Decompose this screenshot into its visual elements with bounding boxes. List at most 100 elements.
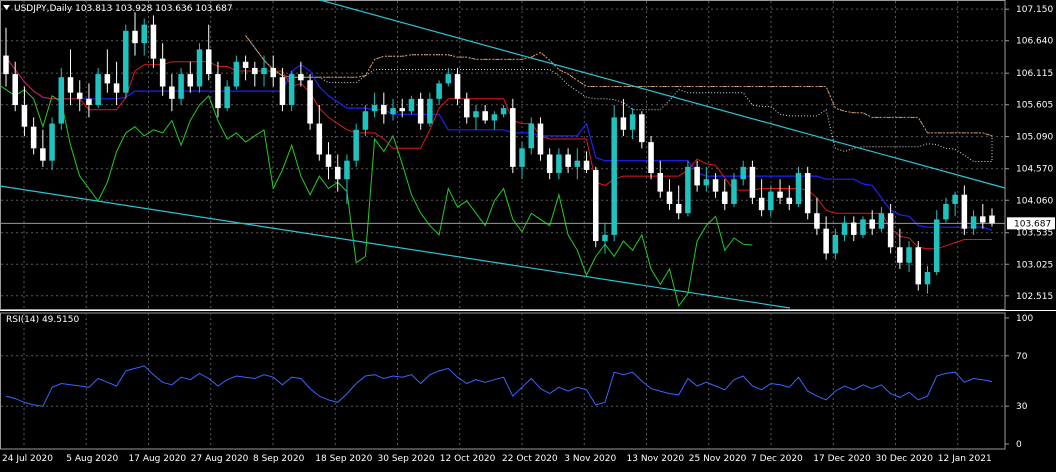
y-tick-label: 107.150 <box>1016 5 1053 15</box>
candle-body <box>952 194 958 204</box>
candle-body <box>316 123 323 155</box>
candle <box>104 49 111 93</box>
candle-body <box>943 203 949 220</box>
chart-canvas[interactable]: 107.150 106.640 106.115 105.605 105.090 104.5… <box>0 0 1056 468</box>
rsi-panel-frame <box>0 312 1006 450</box>
candle <box>915 241 922 291</box>
candle <box>722 179 728 211</box>
y-tick-label: 106.640 <box>1016 37 1053 47</box>
candle <box>242 55 249 81</box>
candle-body <box>639 114 645 143</box>
x-tick-label: 7 Dec 2020 <box>751 454 803 464</box>
candle <box>270 55 276 87</box>
candle-body <box>749 166 756 198</box>
candle-body <box>261 67 267 75</box>
candle <box>860 216 866 238</box>
candle-body <box>104 74 111 84</box>
candle-body <box>445 74 452 84</box>
candle <box>178 67 184 106</box>
x-tick-label: 24 Jul 2020 <box>2 454 53 464</box>
candle-body <box>841 222 848 235</box>
candle <box>141 18 147 56</box>
candle-body <box>804 173 811 214</box>
candle-body <box>417 98 424 124</box>
candle <box>417 92 424 130</box>
candle-body <box>924 271 931 285</box>
candle-body <box>860 219 866 235</box>
candle-body <box>666 191 673 204</box>
candle <box>408 95 415 115</box>
candle-body <box>814 213 820 229</box>
candle-body <box>731 179 737 204</box>
candle-body <box>113 83 120 93</box>
candle-body <box>436 83 442 99</box>
candle <box>556 148 562 180</box>
candle-body <box>500 108 507 115</box>
x-tick-label: 27 Aug 2020 <box>191 454 249 464</box>
candle <box>58 67 65 130</box>
candle <box>795 166 802 208</box>
candle <box>334 154 341 192</box>
candle <box>40 129 46 167</box>
candle <box>832 228 839 260</box>
candle-body <box>648 142 654 174</box>
candle <box>933 210 940 276</box>
x-tick-label: 30 Sep 2020 <box>378 454 435 464</box>
candle <box>362 105 369 136</box>
current-price-label: 103.687 <box>1014 219 1051 229</box>
candle-body <box>510 108 516 167</box>
candle-body <box>196 49 203 87</box>
rsi-info-label: RSI(14) 49.5150 <box>6 315 79 325</box>
candle-body <box>795 173 802 204</box>
y-tick-label: 105.090 <box>1016 133 1053 143</box>
candle <box>12 61 18 112</box>
candle <box>583 151 590 174</box>
candle <box>804 166 811 220</box>
candle <box>196 43 203 93</box>
candle <box>602 222 608 254</box>
candle <box>215 61 221 118</box>
candle <box>353 123 359 167</box>
candle-body <box>454 74 461 99</box>
candle-body <box>141 24 147 44</box>
candle <box>924 265 931 294</box>
candle <box>187 61 194 93</box>
candle-body <box>675 203 682 214</box>
candle-body <box>279 77 286 106</box>
candle-body <box>491 114 498 121</box>
y-tick-label: 104.060 <box>1016 196 1053 206</box>
candle <box>666 179 673 211</box>
candle <box>980 203 986 229</box>
candle-body <box>933 219 940 272</box>
candle-body <box>758 197 765 211</box>
y-tick-label: 104.570 <box>1016 165 1053 175</box>
candle-body <box>334 166 341 180</box>
rsi-tick-label: 70 <box>1016 352 1028 362</box>
x-tick-label: 30 Dec 2020 <box>876 454 934 464</box>
candle-body <box>592 169 599 242</box>
candle-body <box>482 111 488 121</box>
rsi-tick-label: 0 <box>1016 440 1022 450</box>
candle <box>132 12 138 56</box>
candle <box>159 43 166 96</box>
candle-body <box>288 74 295 106</box>
candle <box>685 160 691 217</box>
candle-body <box>611 117 617 235</box>
candle <box>537 117 544 161</box>
candle-body <box>252 67 258 75</box>
candle-body <box>722 191 728 204</box>
candle <box>841 216 848 242</box>
candle-body <box>123 30 129 93</box>
candle-body <box>574 160 581 167</box>
x-tick-label: 25 Nov 2020 <box>689 454 747 464</box>
candle <box>67 49 74 106</box>
candle <box>574 148 581 180</box>
candle <box>86 83 92 118</box>
y-tick-label: 103.535 <box>1016 229 1053 239</box>
candle-body <box>205 49 212 75</box>
candle-body <box>823 228 829 254</box>
x-tick-label: 17 Dec 2020 <box>813 454 871 464</box>
chart-window[interactable]: 107.150 106.640 106.115 105.605 105.090 104.5… <box>0 0 1056 468</box>
candle-body <box>215 74 221 109</box>
candle-body <box>353 129 359 161</box>
